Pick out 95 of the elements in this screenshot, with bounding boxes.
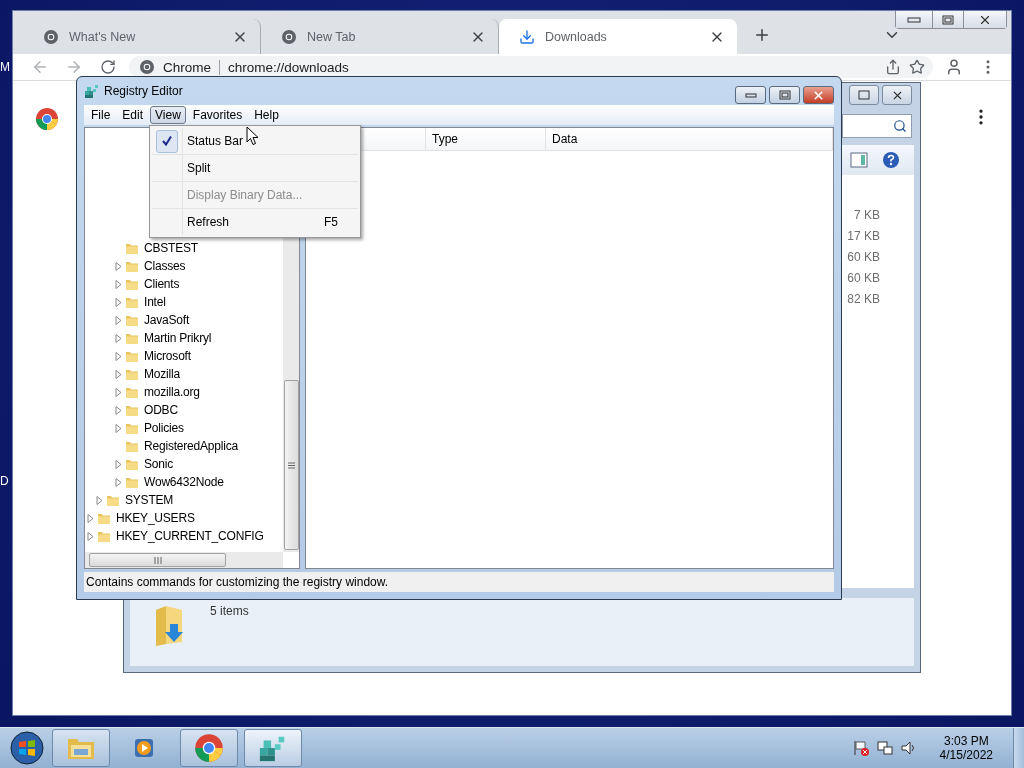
taskbar-button[interactable] xyxy=(244,729,302,767)
chrome-logo-icon xyxy=(194,733,224,763)
url-text: chrome://downloads xyxy=(219,59,877,75)
maximize-icon[interactable] xyxy=(942,14,954,25)
chrome-logo-icon xyxy=(43,28,59,45)
address-bar[interactable]: Chrome chrome://downloads xyxy=(129,56,933,78)
menu-item[interactable]: View xyxy=(150,106,186,124)
chrome-logo-icon xyxy=(35,107,59,131)
action-center-flag-icon[interactable] xyxy=(851,739,870,757)
menu-option[interactable]: Refresh F5 xyxy=(152,208,358,235)
chrome-logo-icon xyxy=(281,28,297,45)
folder-icon xyxy=(125,241,139,255)
tree-item[interactable]: HKEY_CURRENT_CONFIG xyxy=(116,529,264,543)
taskbar-button[interactable] xyxy=(180,729,238,767)
file-size: 60 KB xyxy=(847,249,880,266)
folder-icon xyxy=(97,511,111,525)
maximize-icon[interactable] xyxy=(858,90,870,100)
folder-icon xyxy=(97,529,111,543)
search-field[interactable] xyxy=(842,114,912,138)
desktop-icon-label: D xyxy=(0,474,9,488)
column-header[interactable]: Data xyxy=(546,128,833,150)
status-text: Contains commands for customizing the registry window. xyxy=(86,575,389,589)
tree-item[interactable]: mozilla.org xyxy=(144,385,200,399)
folder-icon xyxy=(125,421,139,435)
file-size: 17 KB xyxy=(847,228,880,245)
chrome-logo-icon xyxy=(139,59,155,75)
registry-cubes-icon xyxy=(84,83,100,99)
folder-icon xyxy=(125,457,139,471)
taskbar-button[interactable] xyxy=(52,729,110,767)
folder-icon xyxy=(125,259,139,273)
new-tab-icon[interactable] xyxy=(753,26,771,44)
grip-icon xyxy=(153,556,162,564)
network-icon[interactable] xyxy=(875,739,894,757)
grip-icon xyxy=(287,461,295,469)
folder-icon xyxy=(125,439,139,453)
profile-icon[interactable] xyxy=(945,58,963,76)
search-icon xyxy=(893,119,907,133)
column-header[interactable]: Type xyxy=(426,128,546,150)
help-icon[interactable] xyxy=(882,151,900,169)
clock-time: 3:03 PM xyxy=(943,734,989,748)
clock[interactable]: 3:03 PM 4/15/2022 xyxy=(939,734,993,762)
tree-item[interactable]: JavaSoft xyxy=(144,313,190,327)
item-count: 5 items xyxy=(210,604,249,620)
folder-icon xyxy=(125,295,139,309)
tree-item[interactable]: CBSTEST xyxy=(144,241,198,255)
file-size: 7 KB xyxy=(854,207,880,224)
menu-option[interactable]: Split xyxy=(152,154,358,181)
folder-icon xyxy=(125,349,139,363)
file-size: 60 KB xyxy=(847,270,880,287)
maximize-icon[interactable] xyxy=(778,90,791,100)
shortcut-key: F5 xyxy=(324,215,358,229)
start-button[interactable] xyxy=(10,731,44,765)
tree-item[interactable]: Sonic xyxy=(144,457,174,471)
browser-tab[interactable]: Downloads xyxy=(499,19,737,54)
folder-icon xyxy=(125,385,139,399)
show-desktop-button[interactable] xyxy=(1013,728,1024,768)
tree-item[interactable]: SYSTEM xyxy=(125,493,174,507)
share-icon[interactable] xyxy=(885,59,901,75)
bookmark-star-icon[interactable] xyxy=(909,59,925,75)
tree-item[interactable]: Policies xyxy=(144,421,184,435)
file-size: 82 KB xyxy=(847,291,880,308)
horizontal-scrollbar[interactable] xyxy=(85,552,283,568)
page-origin: Chrome xyxy=(163,59,211,75)
browser-tab[interactable]: What's New xyxy=(23,19,261,54)
folder-icon xyxy=(125,403,139,417)
minimize-icon[interactable] xyxy=(744,92,757,98)
tree-item[interactable]: Classes xyxy=(144,259,186,273)
menu-option[interactable]: Status Bar xyxy=(152,128,358,154)
folder-icon xyxy=(125,277,139,291)
download-icon xyxy=(519,28,535,45)
folder-icon xyxy=(106,493,120,507)
clock-date: 4/15/2022 xyxy=(939,748,993,762)
reload-icon[interactable] xyxy=(100,59,116,75)
preview-pane-icon[interactable] xyxy=(850,152,868,168)
tree-item[interactable]: Intel xyxy=(144,295,166,309)
menu-item[interactable]: Edit xyxy=(117,106,149,124)
menu-item[interactable]: Help xyxy=(249,106,284,124)
menu-item[interactable]: File xyxy=(86,106,116,124)
tree-item[interactable]: Martin Prikryl xyxy=(144,331,212,345)
tree-item[interactable]: ODBC xyxy=(144,403,178,417)
folder-icon xyxy=(125,367,139,381)
tree-item[interactable]: Clients xyxy=(144,277,180,291)
folder-icon xyxy=(125,475,139,489)
menu-item[interactable]: Favorites xyxy=(187,106,248,124)
tree-item[interactable]: HKEY_USERS xyxy=(116,511,195,525)
window-title: Registry Editor xyxy=(104,84,184,98)
tree-item[interactable]: Microsoft xyxy=(144,349,191,363)
tree-item[interactable]: Mozilla xyxy=(144,367,180,381)
folder-icon xyxy=(125,313,139,327)
desktop-icon-label: M xyxy=(0,60,10,74)
folder-icon xyxy=(125,331,139,345)
tree-item[interactable]: Wow6432Node xyxy=(144,475,224,489)
tree-item[interactable]: RegisteredApplica xyxy=(144,439,238,453)
check-icon xyxy=(156,129,178,153)
minimize-icon[interactable] xyxy=(907,16,921,23)
